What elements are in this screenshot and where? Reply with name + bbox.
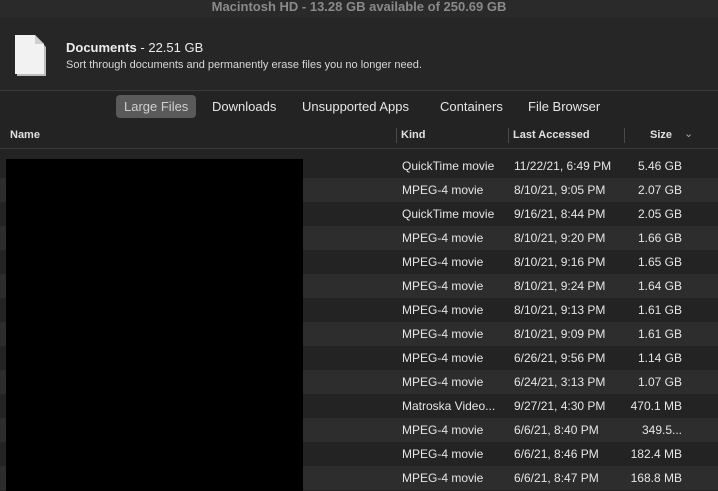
category-size: - 22.51 GB xyxy=(136,40,204,55)
row-kind: MPEG-4 movie xyxy=(402,183,484,197)
tab-containers[interactable]: Containers xyxy=(432,95,511,118)
row-last-accessed: 6/6/21, 8:47 PM xyxy=(514,471,599,485)
row-size: 5.46 GB xyxy=(637,159,682,173)
row-kind: MPEG-4 movie xyxy=(402,303,484,317)
row-size: 1.65 GB xyxy=(637,255,682,269)
row-size: 1.61 GB xyxy=(637,303,682,317)
row-size: 349.5... xyxy=(641,423,682,437)
column-separator[interactable] xyxy=(508,128,509,143)
row-kind: Matroska Video... xyxy=(402,399,496,413)
row-kind: MPEG-4 movie xyxy=(402,351,484,365)
category-title: Documents - 22.51 GB xyxy=(66,40,203,55)
row-size: 2.05 GB xyxy=(637,207,682,221)
column-header-size[interactable]: Size xyxy=(650,129,672,141)
row-size: 168.8 MB xyxy=(630,471,682,485)
row-size: 1.14 GB xyxy=(637,351,682,365)
row-last-accessed: 6/6/21, 8:40 PM xyxy=(514,423,599,437)
redacted-filenames xyxy=(6,159,303,491)
row-kind: MPEG-4 movie xyxy=(402,231,484,245)
row-kind: MPEG-4 movie xyxy=(402,471,484,485)
row-last-accessed: 8/10/21, 9:13 PM xyxy=(514,303,606,317)
column-separator[interactable] xyxy=(624,128,625,143)
category-header: Documents - 22.51 GB Sort through docume… xyxy=(0,18,718,91)
column-header-row: Name Kind Last Accessed Size ⌄ xyxy=(0,124,718,149)
column-header-kind[interactable]: Kind xyxy=(401,129,425,141)
sort-chevron-down-icon[interactable]: ⌄ xyxy=(684,127,693,140)
row-size: 1.07 GB xyxy=(637,375,682,389)
row-kind: QuickTime movie xyxy=(402,159,495,173)
row-last-accessed: 8/10/21, 9:16 PM xyxy=(514,255,606,269)
row-last-accessed: 9/27/21, 4:30 PM xyxy=(514,399,606,413)
row-kind: MPEG-4 movie xyxy=(402,423,484,437)
row-kind: MPEG-4 movie xyxy=(402,279,484,293)
row-last-accessed: 6/26/21, 9:56 PM xyxy=(514,351,606,365)
tab-large-files[interactable]: Large Files xyxy=(116,95,197,118)
row-size: 182.4 MB xyxy=(630,447,682,461)
row-last-accessed: 9/16/21, 8:44 PM xyxy=(514,207,606,221)
row-kind: QuickTime movie xyxy=(402,207,495,221)
category-name: Documents xyxy=(66,40,137,55)
row-last-accessed: 8/10/21, 9:24 PM xyxy=(514,279,606,293)
row-last-accessed: 11/22/21, 6:49 PM xyxy=(514,159,612,173)
row-size: 1.61 GB xyxy=(637,327,682,341)
row-kind: MPEG-4 movie xyxy=(402,375,484,389)
row-kind: MPEG-4 movie xyxy=(402,447,484,461)
document-icon xyxy=(15,35,46,76)
row-last-accessed: 8/10/21, 9:09 PM xyxy=(514,327,606,341)
header-divider xyxy=(0,90,718,91)
row-kind: MPEG-4 movie xyxy=(402,255,484,269)
column-header-name[interactable]: Name xyxy=(10,129,40,141)
category-description: Sort through documents and permanently e… xyxy=(66,59,422,71)
row-size: 470.1 MB xyxy=(630,399,682,413)
row-last-accessed: 6/24/21, 3:13 PM xyxy=(514,375,606,389)
window-title: Macintosh HD - 13.28 GB available of 250… xyxy=(0,0,718,18)
row-last-accessed: 8/10/21, 9:20 PM xyxy=(514,231,606,245)
row-last-accessed: 8/10/21, 9:05 PM xyxy=(514,183,606,197)
column-header-last-accessed[interactable]: Last Accessed xyxy=(513,129,590,141)
row-size: 1.66 GB xyxy=(637,231,682,245)
tab-file-browser[interactable]: File Browser xyxy=(520,95,608,118)
tab-unsupported-apps[interactable]: Unsupported Apps xyxy=(294,95,417,118)
row-kind: MPEG-4 movie xyxy=(402,327,484,341)
column-separator[interactable] xyxy=(396,128,397,143)
tab-bar: Large Files Downloads Unsupported Apps C… xyxy=(0,95,718,119)
tab-downloads[interactable]: Downloads xyxy=(204,95,284,118)
row-last-accessed: 6/6/21, 8:46 PM xyxy=(514,447,599,461)
row-size: 1.64 GB xyxy=(637,279,682,293)
row-size: 2.07 GB xyxy=(637,183,682,197)
